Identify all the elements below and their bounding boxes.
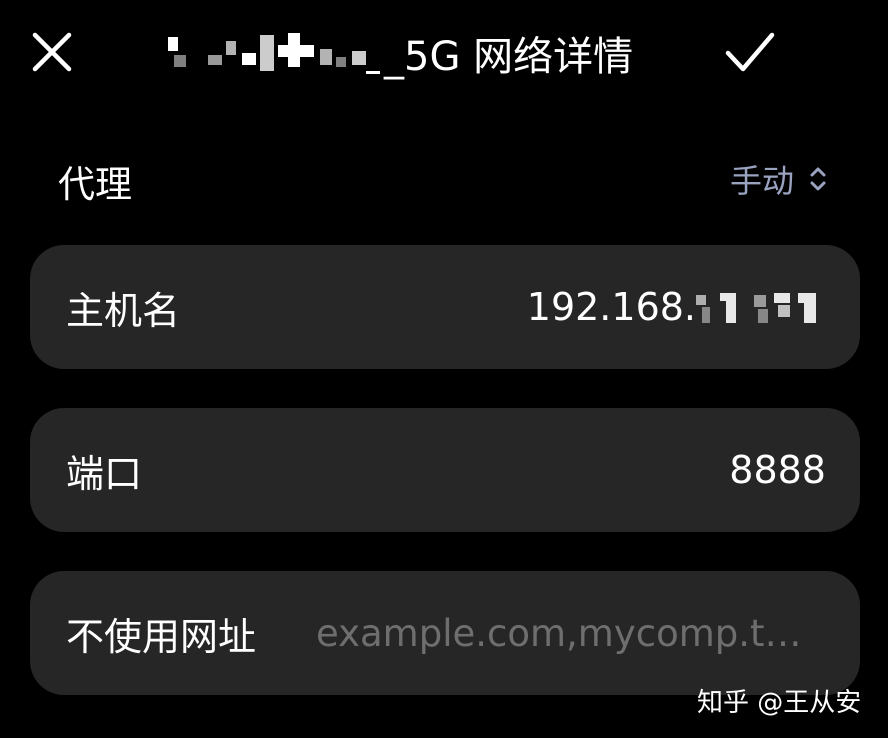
bypass-domains-input[interactable]: example.com,mycomp.t… — [316, 571, 826, 695]
chevron-up-down-icon — [810, 167, 826, 191]
page-title-text: _5G 网络详情 — [384, 34, 634, 80]
proxy-mode-selector[interactable]: 手动 — [730, 156, 828, 202]
top-bar: _5G 网络详情 — [0, 0, 888, 110]
hostname-label: 主机名 — [66, 288, 181, 333]
port-label: 端口 — [66, 451, 143, 496]
proxy-mode-value: 手动 — [729, 162, 794, 200]
page-title: _5G 网络详情 — [160, 26, 633, 80]
bypass-domains-field[interactable]: 不使用网址 example.com,mycomp.t… — [30, 571, 860, 695]
wifi-network-details-screen: _5G 网络详情 代理 手动 主机名 192.168. 端口 8888 不使用网… — [0, 0, 888, 738]
port-field[interactable]: 端口 8888 — [30, 408, 860, 532]
redacted-ip-suffix — [696, 289, 826, 325]
close-button[interactable] — [22, 22, 82, 82]
redacted-ssid — [160, 29, 382, 77]
hostname-value[interactable]: 192.168. — [527, 245, 826, 369]
hostname-field[interactable]: 主机名 192.168. — [30, 245, 860, 369]
port-value[interactable]: 8888 — [729, 408, 826, 532]
hostname-value-text: 192.168. — [526, 285, 696, 329]
confirm-button[interactable] — [718, 22, 782, 82]
bypass-domains-label: 不使用网址 — [66, 614, 257, 659]
proxy-label: 代理 — [58, 163, 132, 206]
close-icon — [32, 32, 72, 72]
proxy-row: 代理 手动 — [58, 146, 828, 208]
watermark: 知乎 @王从安 — [697, 688, 862, 718]
checkmark-icon — [725, 32, 775, 72]
